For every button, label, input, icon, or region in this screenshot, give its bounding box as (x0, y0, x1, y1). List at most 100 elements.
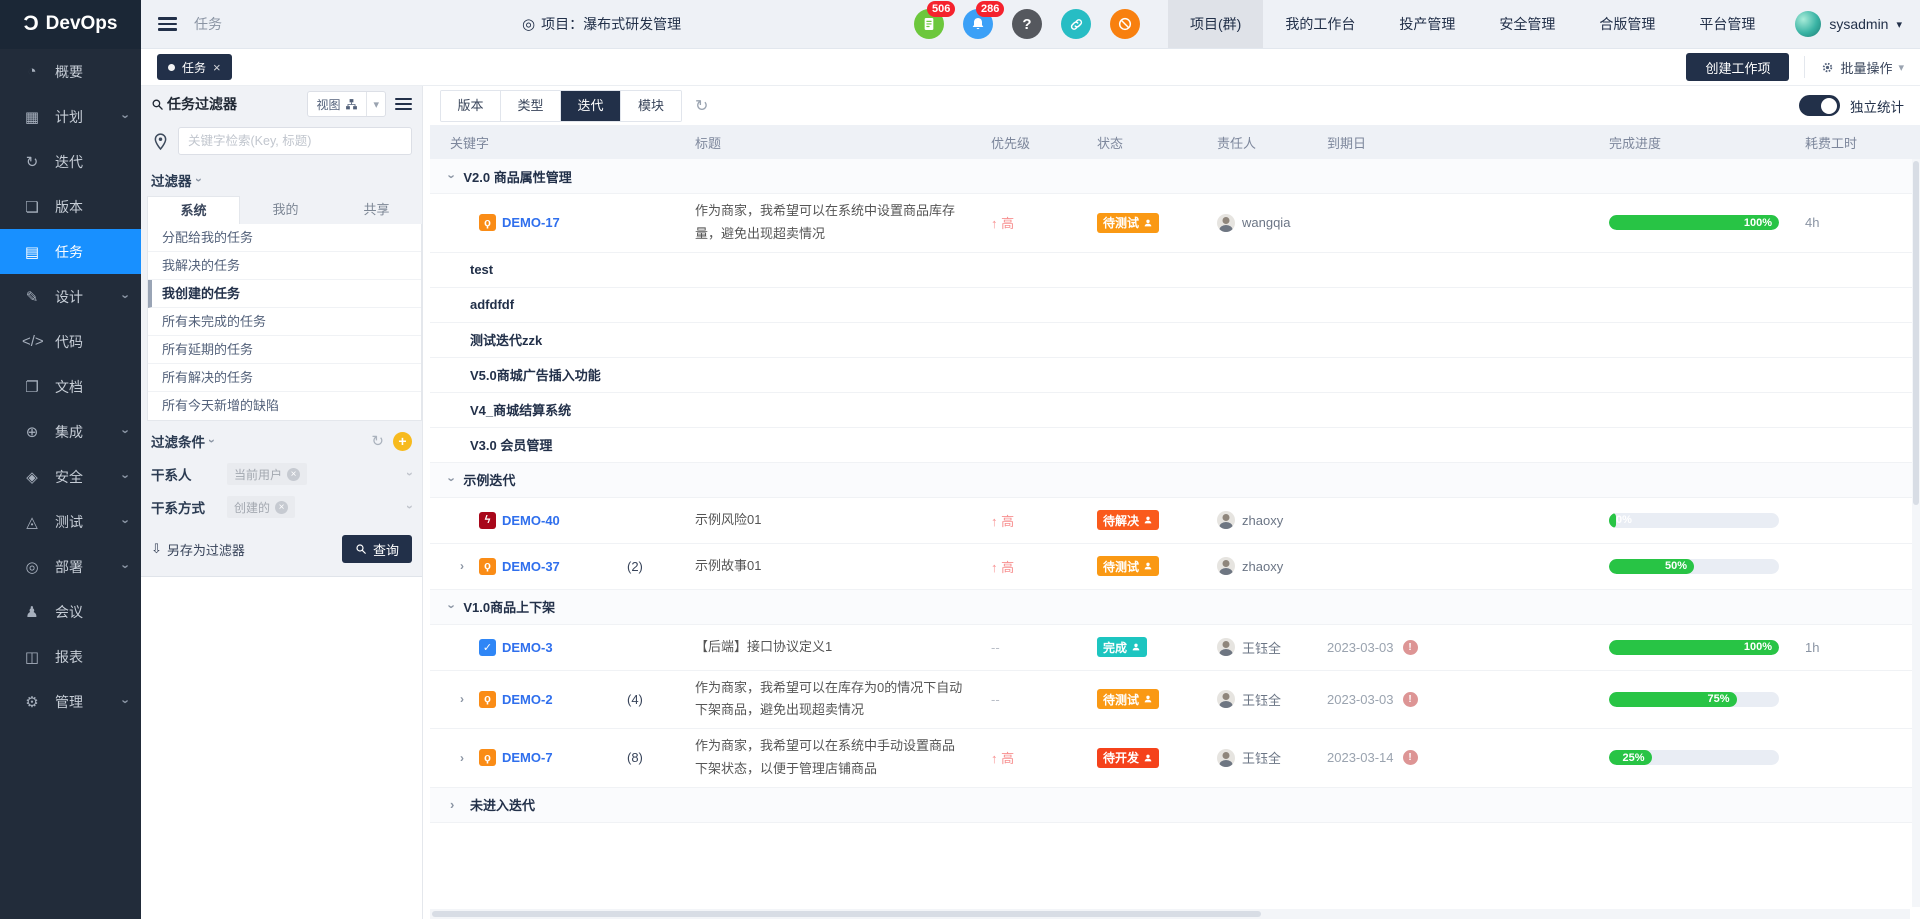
close-icon[interactable]: × (213, 60, 221, 75)
group-row[interactable]: ›未进入迭代 (430, 788, 1920, 823)
sidebar-item-deploy[interactable]: ◎部署› (0, 544, 141, 589)
filter-tab-我的[interactable]: 我的 (240, 196, 331, 224)
chevron-collapsed-icon[interactable]: › (460, 692, 473, 706)
chevron-expanded-icon[interactable]: › (445, 174, 460, 178)
priority-high: ↑ 高 (991, 514, 1014, 529)
sidebar-item-code[interactable]: </>代码 (0, 319, 141, 364)
sidebar-item-report[interactable]: ◫报表 (0, 634, 141, 679)
view-tab-迭代[interactable]: 迭代 (561, 91, 621, 121)
task-key-link[interactable]: DEMO-2 (502, 692, 553, 707)
batch-actions-button[interactable]: 批量操作 ▾ (1804, 56, 1904, 78)
filter-item[interactable]: 我解决的任务 (148, 252, 421, 280)
status-badge[interactable]: 完成 (1097, 637, 1147, 657)
filter-tab-系统[interactable]: 系统 (147, 196, 240, 224)
sidebar-item-overview[interactable]: ◔概要 (0, 49, 141, 94)
independent-stats-toggle[interactable] (1799, 95, 1840, 116)
filter-item[interactable]: 所有未完成的任务 (148, 308, 421, 336)
chevron-down-icon[interactable]: › (403, 472, 417, 476)
app-logo[interactable]: Ɔ DevOps (0, 0, 141, 49)
iteration-row[interactable]: V3.0 会员管理 (430, 428, 1920, 463)
vertical-scrollbar[interactable] (1912, 159, 1920, 907)
keyword-search-input[interactable] (178, 127, 412, 155)
filter-item[interactable]: 我创建的任务 (148, 280, 421, 308)
task-key-link[interactable]: DEMO-3 (502, 640, 553, 655)
filter-menu-icon[interactable] (395, 95, 412, 113)
sidebar-item-design[interactable]: ✎设计› (0, 274, 141, 319)
iteration-row[interactable]: V5.0商城广告插入功能 (430, 358, 1920, 393)
task-key-link[interactable]: DEMO-37 (502, 559, 560, 574)
iteration-row[interactable]: test (430, 253, 1920, 288)
nav-production[interactable]: 投产管理 (1377, 0, 1477, 48)
chevron-collapsed-icon[interactable]: › (460, 751, 473, 765)
task-key-link[interactable]: DEMO-7 (502, 750, 553, 765)
status-badge[interactable]: 待测试 (1097, 689, 1159, 709)
iteration-row[interactable]: 测试迭代zzk (430, 323, 1920, 358)
nav-merge-mgmt[interactable]: 合版管理 (1577, 0, 1677, 48)
remove-tag-icon[interactable]: × (287, 468, 300, 481)
sidebar-item-meeting[interactable]: ♟会议 (0, 589, 141, 634)
sidebar-item-integration[interactable]: ⊕集成› (0, 409, 141, 454)
group-row[interactable]: ›V2.0 商品属性管理 (430, 159, 1920, 194)
document-icon[interactable]: 506 (914, 9, 944, 39)
filter-item[interactable]: 所有今天新增的缺陷 (148, 392, 421, 420)
save-filter-link[interactable]: ⇩ 另存为过滤器 (151, 540, 245, 559)
refresh-icon[interactable]: ↻ (695, 96, 708, 116)
menu-toggle-icon[interactable] (158, 14, 177, 35)
sidebar-item-iteration[interactable]: ↻迭代 (0, 139, 141, 184)
bell-icon[interactable]: 286 (963, 9, 993, 39)
group-row[interactable]: ›示例迭代 (430, 463, 1920, 498)
status-badge[interactable]: 待开发 (1097, 748, 1159, 768)
user-menu[interactable]: sysadmin ▾ (1777, 11, 1920, 37)
status-badge[interactable]: 待测试 (1097, 556, 1159, 576)
view-tab-类型[interactable]: 类型 (501, 91, 561, 121)
conditions-section-header[interactable]: 过滤条件 › ↻ + (141, 421, 422, 458)
filter-item[interactable]: 所有解决的任务 (148, 364, 421, 392)
sidebar-item-plan[interactable]: ▦计划› (0, 94, 141, 139)
create-workitem-button[interactable]: 创建工作项 (1686, 53, 1789, 81)
view-tab-模块[interactable]: 模块 (621, 91, 681, 121)
filter-item[interactable]: 所有延期的任务 (148, 336, 421, 364)
remove-tag-icon[interactable]: × (275, 501, 288, 514)
chevron-collapsed-icon[interactable]: › (460, 559, 473, 573)
task-key-link[interactable]: DEMO-40 (502, 513, 560, 528)
status-badge[interactable]: 待解决 (1097, 510, 1159, 530)
condition-tag[interactable]: 当前用户× (227, 463, 307, 485)
view-tab-版本[interactable]: 版本 (441, 91, 501, 121)
tab-task[interactable]: 任务 × (157, 54, 232, 80)
task-key-link[interactable]: DEMO-17 (502, 215, 560, 230)
sidebar-item-document[interactable]: ❐文档 (0, 364, 141, 409)
forbidden-icon[interactable] (1110, 9, 1140, 39)
project-selector[interactable]: ◎ 项目：瀑布式研发管理 (522, 14, 681, 34)
chevron-down-icon[interactable]: ▾ (366, 92, 385, 116)
filter-item[interactable]: 分配给我的任务 (148, 224, 421, 252)
filter-tab-共享[interactable]: 共享 (331, 196, 422, 224)
avatar (1217, 214, 1235, 232)
group-row[interactable]: ›V1.0商品上下架 (430, 590, 1920, 625)
sidebar-item-version[interactable]: ❏版本 (0, 184, 141, 229)
sidebar-item-security[interactable]: ◈安全› (0, 454, 141, 499)
sidebar-item-task[interactable]: ▤任务 (0, 229, 141, 274)
iteration-row[interactable]: V4_商城结算系统 (430, 393, 1920, 428)
nav-workbench[interactable]: 我的工作台 (1263, 0, 1377, 48)
chevron-expanded-icon[interactable]: › (445, 477, 460, 481)
chevron-collapsed-icon[interactable]: › (450, 797, 465, 812)
filters-section-header[interactable]: 过滤器 › (141, 164, 422, 196)
nav-platform-mgmt[interactable]: 平台管理 (1677, 0, 1777, 48)
status-badge[interactable]: 待测试 (1097, 213, 1159, 233)
reset-conditions-icon[interactable]: ↻ (371, 432, 384, 450)
chevron-down-icon[interactable]: › (403, 505, 417, 509)
sidebar-item-admin[interactable]: ⚙管理› (0, 679, 141, 724)
link-icon[interactable] (1061, 9, 1091, 39)
query-button[interactable]: 查询 (342, 535, 412, 563)
view-button[interactable]: 视图 ▾ (307, 91, 386, 117)
iteration-row[interactable]: adfdfdf (430, 288, 1920, 323)
help-icon[interactable]: ? (1012, 9, 1042, 39)
location-pin-icon[interactable] (151, 132, 170, 151)
nav-projects[interactable]: 项目(群) (1168, 0, 1263, 48)
sidebar-item-test[interactable]: ◬测试› (0, 499, 141, 544)
nav-security-mgmt[interactable]: 安全管理 (1477, 0, 1577, 48)
add-condition-icon[interactable]: + (393, 432, 412, 451)
condition-tag[interactable]: 创建的× (227, 496, 295, 518)
chevron-expanded-icon[interactable]: › (445, 604, 460, 608)
horizontal-scrollbar[interactable] (430, 909, 1910, 919)
